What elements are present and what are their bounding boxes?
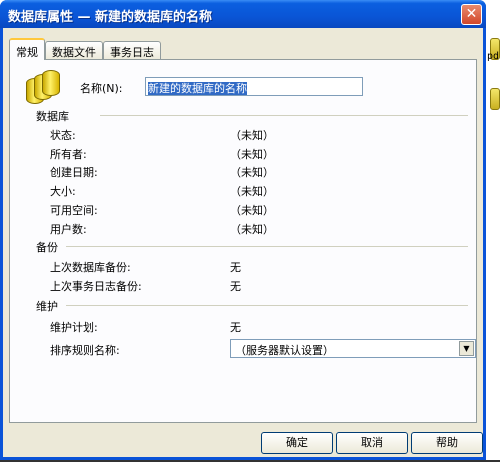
user-count-label: 用户数: — [50, 223, 87, 236]
tab-transaction-log[interactable]: 事务日志 — [103, 41, 161, 60]
group-divider — [100, 115, 468, 116]
help-button[interactable]: 帮助 — [411, 432, 483, 454]
cancel-button[interactable]: 取消 — [336, 432, 408, 454]
database-icon — [26, 70, 60, 104]
last-db-backup-label: 上次数据库备份: — [50, 261, 131, 274]
title-bar[interactable]: 数据库属性 — 新建的数据库的名称 ✕ — [0, 0, 486, 28]
database-name-input[interactable]: 新建的数据库的名称 — [145, 77, 363, 96]
database-name-value: 新建的数据库的名称 — [148, 82, 247, 95]
database-properties-dialog: 数据库属性 — 新建的数据库的名称 ✕ 常规 数据文件 事务日志 名称(N): … — [0, 0, 486, 460]
desktop-icon[interactable] — [490, 88, 500, 110]
owner-value: （未知） — [230, 148, 274, 161]
collation-select[interactable]: （服务器默认设置） ▼ — [230, 339, 476, 358]
created-date-value: （未知） — [230, 166, 274, 179]
dropdown-button[interactable]: ▼ — [459, 341, 474, 356]
status-label: 状态: — [50, 129, 76, 142]
taskbar-edge — [0, 460, 500, 462]
group-divider — [66, 246, 468, 247]
ok-button[interactable]: 确定 — [261, 432, 333, 454]
status-value: （未知） — [230, 129, 274, 142]
last-log-backup-label: 上次事务日志备份: — [50, 280, 142, 293]
backup-group-title: 备份 — [36, 239, 62, 255]
group-divider — [66, 305, 468, 306]
maintenance-plan-value: 无 — [230, 321, 241, 334]
user-count-value: （未知） — [230, 223, 274, 236]
created-date-label: 创建日期: — [50, 166, 98, 179]
last-log-backup-value: 无 — [230, 280, 241, 293]
tab-strip: 常规 数据文件 事务日志 — [9, 38, 161, 60]
maintenance-group-title: 维护 — [36, 298, 62, 314]
name-label: 名称(N): — [80, 82, 123, 95]
tab-data-files[interactable]: 数据文件 — [45, 41, 103, 60]
general-tab-panel: 名称(N): 新建的数据库的名称 数据库 状态: （未知） 所有者: （未知） … — [9, 59, 477, 423]
free-space-label: 可用空间: — [50, 204, 98, 217]
tab-general[interactable]: 常规 — [9, 38, 45, 60]
desktop-icon-label: pd — [487, 51, 500, 62]
window-title: 数据库属性 — 新建的数据库的名称 — [8, 10, 213, 25]
owner-label: 所有者: — [50, 148, 87, 161]
collation-selected-value: （服务器默认设置） — [235, 344, 334, 357]
last-db-backup-value: 无 — [230, 261, 241, 274]
close-button[interactable]: ✕ — [461, 4, 482, 25]
size-value: （未知） — [230, 185, 274, 198]
chevron-down-icon: ▼ — [463, 344, 470, 353]
free-space-value: （未知） — [230, 204, 274, 217]
close-icon: ✕ — [465, 6, 478, 22]
collation-label: 排序规则名称: — [50, 344, 120, 357]
database-group-title: 数据库 — [36, 108, 73, 124]
size-label: 大小: — [50, 185, 76, 198]
maintenance-plan-label: 维护计划: — [50, 321, 98, 334]
